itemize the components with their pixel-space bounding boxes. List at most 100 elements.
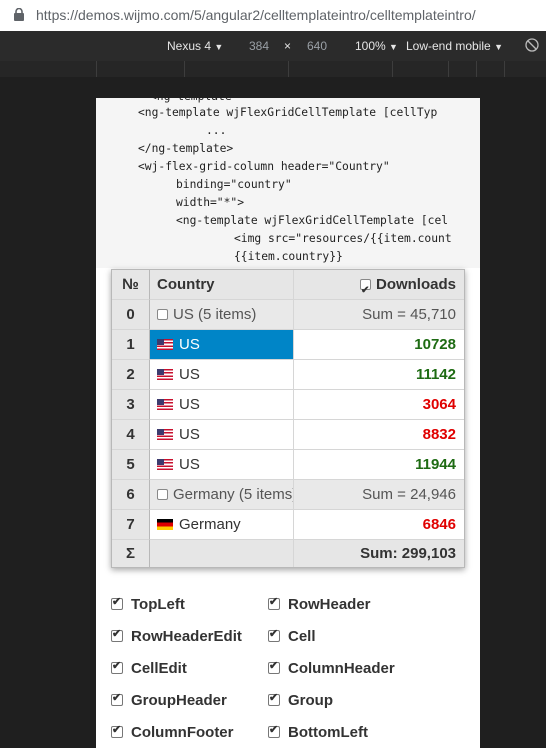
code-line: </ng-template> [138,142,234,155]
country-label: US [179,456,200,473]
header-downloads-label: Downloads [375,276,456,293]
device-viewport: <ng-template <ng-template wjFlexGridCell… [96,98,480,748]
row-header: 4 [112,420,150,450]
checkbox-icon[interactable] [268,595,280,610]
downloads-cell[interactable]: 6846 [294,510,464,540]
table-row[interactable]: 7 Germany 6846 [112,510,464,540]
downloads-cell[interactable]: 3064 [294,390,464,420]
chevron-down-icon: ▼ [389,42,398,52]
zoom-select[interactable]: 100% ▼ [355,39,398,53]
option-label: ColumnHeader [288,660,395,677]
throttle-select[interactable]: Low-end mobile ▼ [406,39,503,53]
table-row[interactable]: 3 US 3064 [112,390,464,420]
option-columnheader[interactable]: ColumnHeader [268,659,395,677]
table-row[interactable]: 4 US 8832 [112,420,464,450]
checkbox-icon[interactable] [157,489,168,500]
option-label: GroupHeader [131,692,227,709]
option-celledit[interactable]: CellEdit [111,659,187,677]
option-bottomleft[interactable]: BottomLeft [268,723,368,741]
header-num[interactable]: № [112,270,150,300]
country-label: US [179,336,200,353]
header-country[interactable]: Country [150,270,294,300]
code-line: <ng-template wjFlexGridCellTemplate [cel [176,214,449,227]
row-header: 6 [112,480,150,510]
downloads-cell[interactable]: 11142 [294,360,464,390]
checkbox-icon[interactable] [268,659,280,674]
code-sample: <ng-template <ng-template wjFlexGridCell… [96,98,480,268]
option-label: RowHeaderEdit [131,628,242,645]
checkbox-icon[interactable] [111,723,123,738]
checkbox-icon[interactable] [268,627,280,642]
flex-grid[interactable]: № Country Downloads 0 US (5 items) Sum =… [111,269,465,568]
lock-icon [14,8,24,21]
group-cell[interactable]: US (5 items) [150,300,294,330]
us-flag-icon [157,399,173,410]
url-text[interactable]: https://demos.wijmo.com/5/angular2/cellt… [36,7,476,23]
footer-sigma: Σ [112,540,150,567]
rotate-disabled-icon[interactable] [525,38,539,52]
option-columnfooter[interactable]: ColumnFooter [111,723,234,741]
option-topleft[interactable]: TopLeft [111,595,185,613]
group-sum: Sum = 45,710 [294,300,464,330]
row-header: 7 [112,510,150,540]
table-row[interactable]: 6 Germany (5 items) Sum = 24,946 [112,480,464,510]
checkbox-icon[interactable] [157,309,168,320]
code-line: <img src="resources/{{item.count [234,232,452,245]
checkbox-icon[interactable] [111,627,123,642]
table-row[interactable]: 0 US (5 items) Sum = 45,710 [112,300,464,330]
chevron-down-icon: ▼ [494,42,503,52]
country-cell[interactable]: US [150,450,294,480]
germany-flag-icon [157,519,173,530]
code-line: binding="country" [176,178,292,191]
row-header: 3 [112,390,150,420]
country-cell[interactable]: US [150,420,294,450]
checkbox-icon[interactable] [111,659,123,674]
option-cell[interactable]: Cell [268,627,316,645]
country-cell[interactable]: US [150,360,294,390]
option-label: ColumnFooter [131,724,234,741]
downloads-cell[interactable]: 10728 [294,330,464,360]
row-header: 5 [112,450,150,480]
media-query-bar [0,61,546,78]
option-group[interactable]: Group [268,691,333,709]
country-cell-selected[interactable]: US [150,330,294,360]
downloads-cell[interactable]: 11944 [294,450,464,480]
code-line-clipped: <ng-template [150,98,232,103]
height-input[interactable]: 640 [307,39,327,53]
address-bar[interactable]: https://demos.wijmo.com/5/angular2/cellt… [0,0,546,32]
option-label: Cell [288,628,316,645]
row-header: 0 [112,300,150,330]
group-cell[interactable]: Germany (5 items) [150,480,294,510]
footer-sum: Sum: 299,103 [294,540,464,567]
table-row[interactable]: 1 US 10728 [112,330,464,360]
row-header: 1 [112,330,150,360]
code-line: <ng-template wjFlexGridCellTemplate [cel… [138,106,438,119]
device-name: Nexus 4 [167,39,212,53]
checkbox-icon[interactable] [268,723,280,738]
option-label: BottomLeft [288,724,368,741]
checkbox-icon[interactable] [111,595,123,610]
country-label: US [179,396,200,413]
downloads-cell[interactable]: 8832 [294,420,464,450]
device-toolbar: Nexus 4 ▼ 384 × 640 100% ▼ Low-end mobil… [0,31,546,61]
table-row[interactable]: 2 US 11142 [112,360,464,390]
country-cell[interactable]: Germany [150,510,294,540]
checkbox-icon[interactable] [359,276,371,299]
option-groupheader[interactable]: GroupHeader [111,691,227,709]
throttle-value: Low-end mobile [406,39,491,53]
country-cell[interactable]: US [150,390,294,420]
checkbox-icon[interactable] [268,691,280,706]
us-flag-icon [157,459,173,470]
code-line: <wj-flex-grid-column header="Country" [138,160,390,173]
option-rowheaderedit[interactable]: RowHeaderEdit [111,627,242,645]
checkbox-icon[interactable] [111,691,123,706]
country-label: US [179,366,200,383]
us-flag-icon [157,339,173,350]
device-select[interactable]: Nexus 4 ▼ [167,39,223,53]
table-row[interactable]: 5 US 11944 [112,450,464,480]
row-header: 2 [112,360,150,390]
option-rowheader[interactable]: RowHeader [268,595,371,613]
header-downloads[interactable]: Downloads [294,270,464,300]
width-input[interactable]: 384 [249,39,269,53]
group-sum: Sum = 24,946 [294,480,464,510]
